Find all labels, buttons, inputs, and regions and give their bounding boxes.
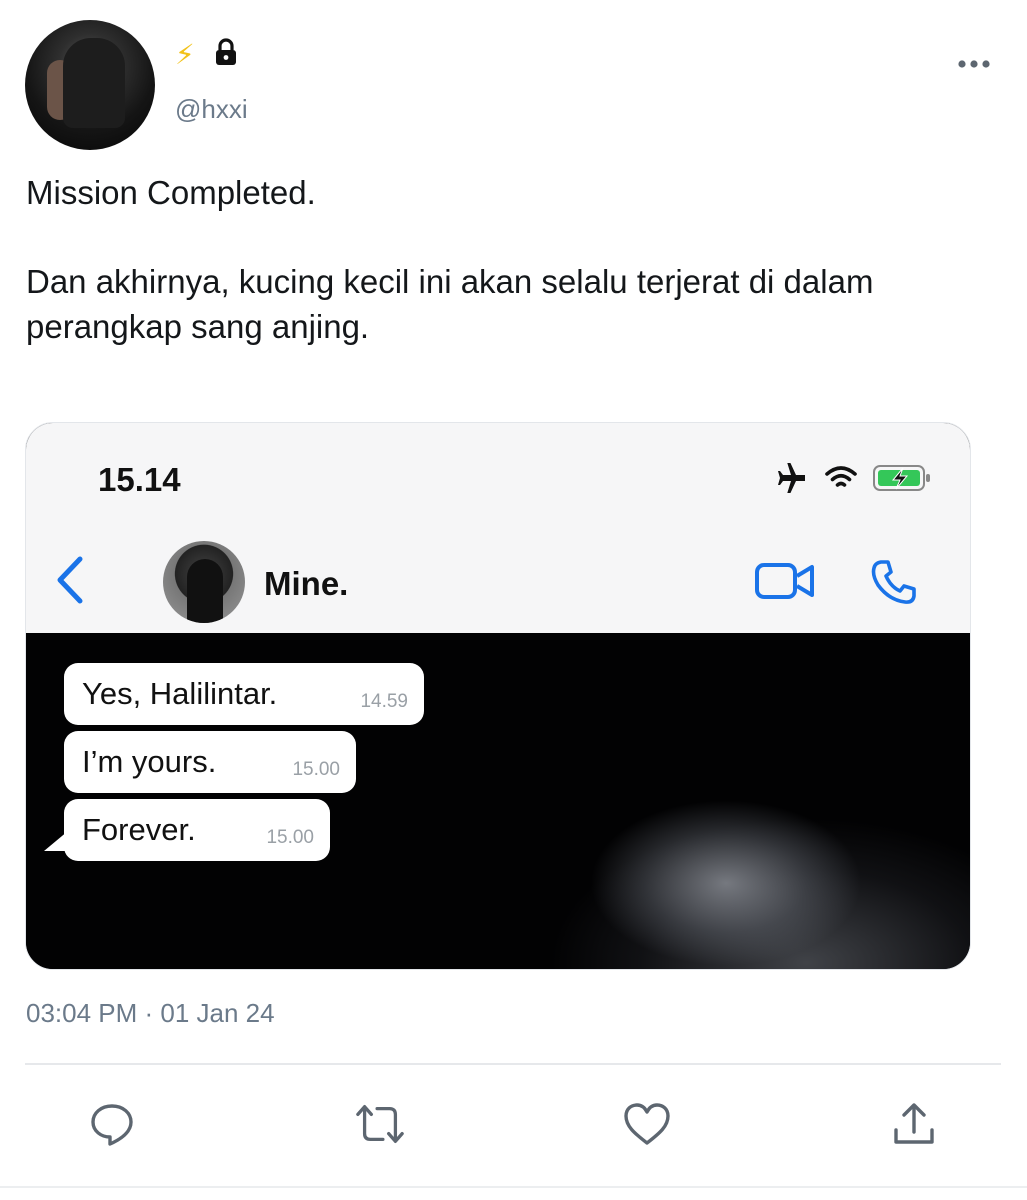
tweet-timestamp[interactable]: 03:04 PM · 01 Jan 24 [26,998,275,1029]
chat-background: Yes, Halilintar. 14.59 I’m yours. 15.00 … [26,633,970,969]
video-call-icon[interactable] [754,561,816,606]
divider [0,1186,1027,1188]
lock-icon [213,38,239,71]
tweet-line-1: Mission Completed. [26,174,316,211]
lightning-icon: ⚡ [175,38,195,70]
more-icon[interactable] [957,48,991,76]
message-text: I’m yours. [82,744,217,779]
display-name-row[interactable]: ⚡ [175,38,239,71]
tweet-text: Mission Completed. Dan akhirnya, kucing … [26,170,986,349]
action-bar [0,1098,1027,1158]
tweet-media-image[interactable]: 15.14 Mine. Yes, Halilintar. 14.59 I’m y… [25,422,971,970]
message-time: 14.59 [360,691,408,712]
retweet-icon[interactable] [354,1098,406,1150]
contact-avatar-figure [187,559,223,623]
battery-charging-icon [872,463,932,498]
wifi-icon [824,465,858,496]
message-time: 15.00 [292,759,340,780]
user-handle[interactable]: @hxxi [175,94,248,125]
profile-avatar[interactable] [25,20,155,150]
avatar-figure-torso [63,38,125,128]
message-bubble: Forever. 15.00 [64,799,330,861]
contact-avatar[interactable] [163,541,245,623]
status-icons [774,462,932,498]
tweet-line-2: Dan akhirnya, kucing kecil ini akan sela… [26,263,874,345]
message-bubble: Yes, Halilintar. 14.59 [64,663,424,725]
share-icon[interactable] [888,1098,940,1150]
airplane-icon [774,462,810,498]
phone-icon[interactable] [869,558,917,611]
back-icon[interactable] [52,555,86,610]
message-time: 15.00 [266,827,314,848]
message-text: Forever. [82,812,196,847]
status-time: 15.14 [98,461,181,498]
contact-name[interactable]: Mine. [264,565,348,603]
reply-icon[interactable] [86,1098,138,1150]
divider [25,1063,1001,1065]
message-bubble: I’m yours. 15.00 [64,731,356,793]
message-text: Yes, Halilintar. [82,676,278,711]
like-icon[interactable] [621,1098,673,1150]
chat-header: 15.14 Mine. [26,423,970,633]
